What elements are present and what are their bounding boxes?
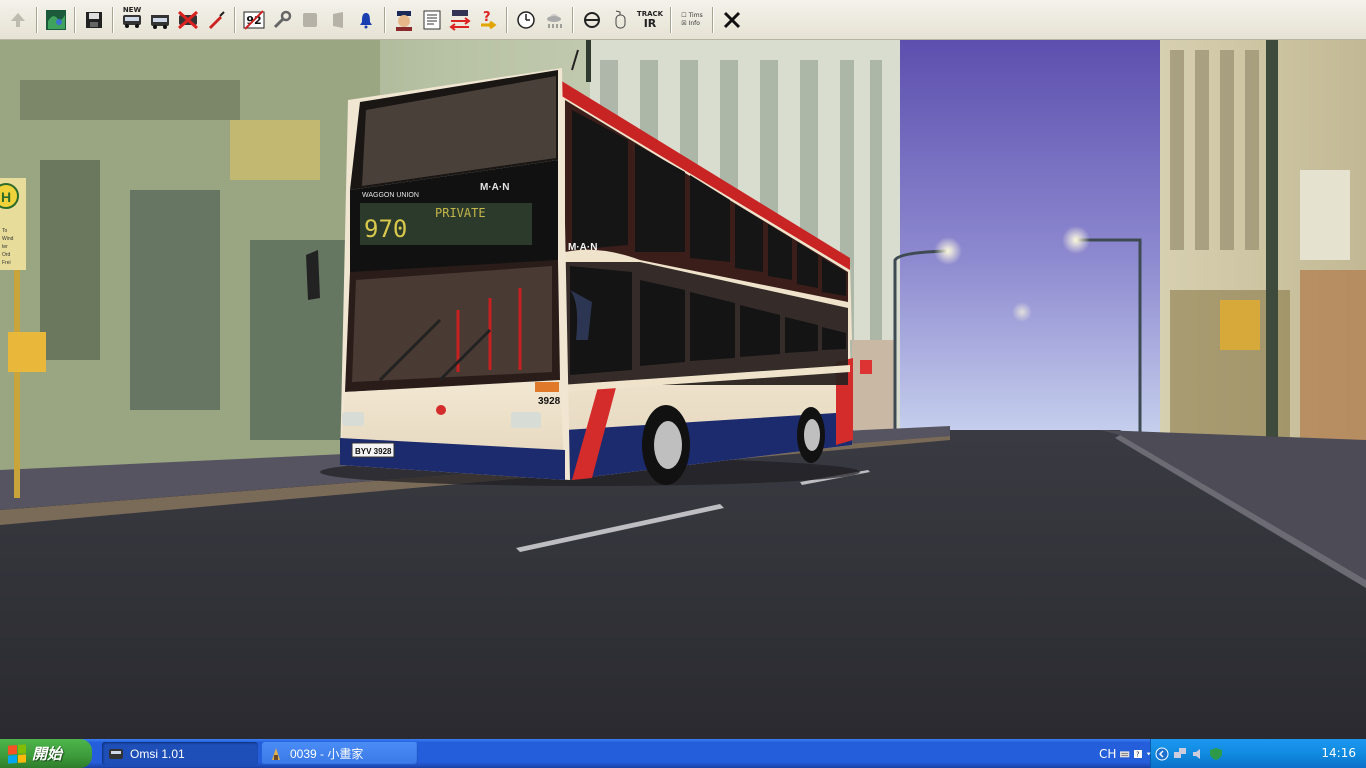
stop-sign-line5: Frei [2,260,11,266]
windows-flag-icon [8,743,26,764]
desktop: NEW 92 [0,0,1366,768]
close-icon[interactable] [719,5,745,35]
toolbar-separator [234,6,236,33]
toolbar-separator [572,6,574,33]
fleet-number: 3928 [538,396,561,407]
option-row-2[interactable]: ☒ Info [681,20,702,28]
volume-icon[interactable] [1191,747,1205,761]
taskbar-item-label: 0039 - 小畫家 [290,747,364,761]
game-viewport[interactable]: H To Wind ter Ord Frei 970 PRIVATE WAGGO… [0,40,1366,739]
clock[interactable]: 14:16 [1321,746,1356,760]
toolbar-separator [36,6,38,33]
expand-tray-icon[interactable] [1155,747,1169,761]
options-checkboxes[interactable]: ☐ Tims ☒ Info [677,5,707,35]
brand-top: WAGGON UNION [362,192,419,199]
help-icon[interactable]: ? [475,5,501,35]
stop-sign-line4: Ord [2,252,11,258]
wrench-icon[interactable] [269,5,295,35]
paint-app-icon [272,747,280,760]
weather-icon[interactable] [541,5,567,35]
language-indicator: CH [1099,746,1117,761]
svg-text:?: ? [483,10,491,25]
right-buildings [1160,40,1366,465]
option-row-2-label: Info [688,19,700,27]
start-button[interactable]: 開始 [0,739,92,768]
taskbar-item-omsi[interactable]: Omsi 1.01 [102,742,258,765]
toolbar-separator [74,6,76,33]
timetable-icon[interactable] [419,5,445,35]
door-icon[interactable] [325,5,351,35]
omsi-toolbar: NEW 92 [0,0,1366,40]
svg-text:?: ? [1136,750,1140,758]
trackir-button[interactable]: TRACK IR [635,5,665,35]
windows-taskbar: 開始 Omsi 1.01 0039 - 小畫家 CH ? 14:16 [0,739,1366,768]
keyboard-icon[interactable] [1120,748,1130,760]
brand-logo-front: M·A·N [480,182,509,193]
driver-icon[interactable] [391,5,417,35]
toolbar-separator [506,6,508,33]
brand-logo-side: M·A·N [568,242,597,253]
option-row-1[interactable]: ☐ Tims [681,12,702,20]
taskbar-item-label: Omsi 1.01 [130,746,185,761]
trackir-line2: IR [643,16,657,30]
network-icon[interactable] [1173,747,1187,761]
new-bus-button[interactable]: NEW [119,5,145,35]
ticket-icon[interactable] [297,5,323,35]
save-icon[interactable] [81,5,107,35]
mouse-icon[interactable] [607,5,633,35]
route-switch-icon[interactable] [447,5,473,35]
clock-icon[interactable] [513,5,539,35]
toolbar-separator [670,6,672,33]
pen-tool-icon[interactable] [203,5,229,35]
stop-sign-letter: H [1,189,11,205]
stop-sign-line3: ter [2,244,8,250]
toolbar-separator [112,6,114,33]
stop-sign-line1: To [2,228,8,234]
security-shield-icon[interactable] [1209,747,1223,761]
options-arrow-icon[interactable] [1146,748,1151,760]
map-icon[interactable] [43,5,69,35]
start-label: 開始 [32,746,63,763]
license-plate: BYV 3928 [355,447,392,456]
taskbar-item-paint[interactable]: 0039 - 小畫家 [262,742,418,765]
bus-app-icon [109,748,123,759]
system-tray: CH ? 14:16 [1099,739,1366,768]
bus-number-button[interactable]: 92 [241,5,267,35]
toolbar-separator [712,6,714,33]
new-label: NEW [122,5,142,14]
bus-replace-icon[interactable] [147,5,173,35]
language-bar[interactable]: CH ? [1093,739,1151,768]
bell-icon[interactable] [353,5,379,35]
scene-render: H To Wind ter Ord Frei 970 PRIVATE WAGGO… [0,40,1366,739]
route-number: 970 [364,215,407,243]
toolbar-separator [384,6,386,33]
camera-icon[interactable] [579,5,605,35]
stop-sign-line2: Wind [2,236,14,242]
remove-bus-icon[interactable] [175,5,201,35]
option-row-1-label: Tims [688,11,703,19]
up-arrow-icon[interactable] [5,5,31,35]
help-icon[interactable]: ? [1133,748,1142,760]
destination-text: PRIVATE [435,206,486,220]
